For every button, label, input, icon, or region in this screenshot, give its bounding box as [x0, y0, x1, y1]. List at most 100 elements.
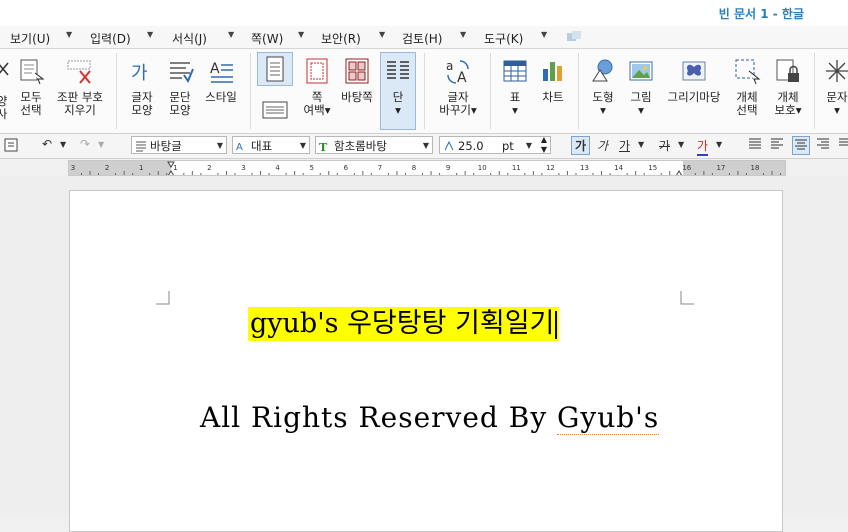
table-button[interactable]: 표 ▾ [500, 57, 530, 117]
page-portrait-button[interactable] [257, 52, 293, 86]
align-left-icon[interactable] [770, 137, 784, 152]
margin-corner-mark [156, 291, 170, 305]
chevron-down-icon[interactable]: ▾ [500, 104, 530, 117]
ruler-tick-label: 6 [344, 164, 349, 172]
chevron-down-icon[interactable]: ▼ [460, 30, 466, 39]
menu-security[interactable]: 보안(R) [321, 30, 361, 47]
document-canvas: gyub's 우당탕탕 기획일기 All Rights Reserved By … [0, 177, 848, 532]
font-select[interactable]: T 함초롬바탕 ▼ [315, 136, 433, 154]
chevron-down-icon[interactable]: ▼ [298, 30, 304, 39]
document-icon[interactable] [4, 138, 18, 155]
svg-text:가: 가 [131, 63, 148, 84]
columns-button[interactable]: 단 ▾ [380, 52, 416, 130]
char-shape-label-2: 모양 [131, 103, 153, 117]
picture-button[interactable]: 그림 ▾ [624, 57, 658, 117]
chevron-down-icon[interactable]: ▼ [638, 140, 644, 149]
underline-button[interactable]: 가 [619, 137, 630, 154]
ruler-tick-label: 1 [139, 164, 143, 172]
menu-review[interactable]: 검토(H) [402, 30, 442, 47]
font-size-input[interactable]: 25.0 pt ▼ ▲ ▼ [439, 135, 551, 155]
svg-text:a: a [446, 59, 453, 73]
object-protect-button[interactable]: 개체 보호▾ [768, 57, 808, 117]
chevron-down-icon[interactable]: ▾ [820, 104, 848, 117]
object-select-icon [735, 59, 761, 85]
spin-buttons[interactable]: ▲ ▼ [541, 135, 547, 155]
redo-icon[interactable]: ↷ [80, 137, 90, 151]
drawing-wizard-button[interactable]: 그리기마당 [662, 57, 726, 104]
clear-format-marks-button[interactable]: 조판 부호 지우기 [52, 57, 108, 117]
chevron-down-icon[interactable]: ▼ [678, 140, 684, 149]
page-landscape-button[interactable] [259, 99, 291, 124]
align-center-icon[interactable] [792, 136, 810, 155]
select-all-icon [20, 59, 45, 85]
shape-button[interactable]: 도형 ▾ [586, 57, 620, 117]
document-title[interactable]: gyub's 우당탕탕 기획일기 [248, 307, 560, 341]
spellcheck-word[interactable]: Gyub's [557, 401, 660, 435]
style-select[interactable]: 바탕글 ▼ [131, 136, 227, 154]
chevron-down-icon[interactable]: ▼ [526, 137, 532, 155]
char-shape-button[interactable]: 가 글자 모양 [124, 57, 160, 117]
menu-view[interactable]: 보기(U) [10, 30, 50, 47]
picture-icon [629, 61, 653, 81]
chevron-down-icon[interactable]: ▼ [541, 30, 547, 39]
align-distribute-icon[interactable] [838, 137, 848, 152]
chart-label: 차트 [542, 90, 564, 104]
chevron-down-icon[interactable]: ▼ [98, 140, 104, 149]
chevron-down-icon[interactable]: ▾ [586, 104, 620, 117]
text-cursor [555, 310, 558, 339]
style-icon: A [210, 61, 233, 83]
chevron-down-icon[interactable]: ▼ [60, 140, 66, 149]
cut-partial-button[interactable] [0, 59, 10, 91]
page-margin-label-2: 여백▾ [303, 103, 331, 117]
butterfly-icon [682, 61, 706, 81]
columns-icon [387, 61, 409, 79]
select-all-button[interactable]: 모두 선택 [14, 57, 48, 117]
chevron-down-icon[interactable]: ▼ [228, 30, 234, 39]
background-page-button[interactable]: 바탕쪽 [337, 57, 377, 104]
menu-page[interactable]: 쪽(W) [251, 30, 283, 47]
menu-insert[interactable]: 입력(D) [90, 30, 131, 47]
textbox-button[interactable]: 문자 ▾ [820, 57, 848, 117]
paragraph-shape-button[interactable]: 문단 모양 [162, 57, 198, 117]
ribbon-divider [578, 53, 579, 129]
ribbon-divider [116, 53, 117, 129]
chevron-down-icon[interactable]: ▼ [300, 137, 306, 155]
clear-marks-icon [67, 60, 91, 84]
italic-button[interactable]: 가 [597, 137, 608, 154]
document-subtitle[interactable]: All Rights Reserved By Gyub's [200, 401, 660, 435]
menu-format[interactable]: 서식(J) [172, 30, 207, 47]
right-indent-marker[interactable] [676, 170, 682, 176]
justify-icon[interactable] [748, 137, 762, 152]
chevron-down-icon[interactable]: ▼ [66, 30, 72, 39]
object-select-button[interactable]: 개체 선택 [729, 57, 765, 117]
change-characters-button[interactable]: aA 글자 바꾸기▾ [434, 57, 482, 117]
chevron-down-icon[interactable]: ▼ [423, 137, 429, 155]
style-button[interactable]: A 스타일 [200, 57, 242, 104]
chevron-down-icon[interactable]: ▼ [379, 30, 385, 39]
language-select[interactable]: A 대표 ▼ [232, 136, 310, 154]
format-toolbar: ↶ ▼ ↷ ▼ 바탕글 ▼ A 대표 ▼ T 함초롬바탕 ▼ 25.0 pt ▼ ▲ ▼… [0, 134, 848, 159]
page-margin-button[interactable]: 쪽 여백▾ [298, 57, 336, 117]
landscape-page-icon [262, 101, 288, 119]
align-right-icon[interactable] [816, 137, 830, 152]
chevron-down-icon[interactable]: ▼ [217, 137, 223, 155]
font-color-button[interactable]: 가 [697, 137, 709, 156]
ruler-tick-label: 12 [546, 164, 555, 172]
bold-button[interactable]: 가 [571, 136, 591, 155]
ribbon-toggle-icon[interactable] [566, 30, 582, 47]
horizontal-ruler[interactable]: 3 2 1 1 2 3 4 5 6 7 8 9 10 11 12 13 14 15 16 17 18 [68, 160, 786, 176]
chevron-down-icon[interactable]: ▾ [381, 104, 415, 117]
chevron-down-icon[interactable]: ▾ [624, 104, 658, 117]
chevron-down-icon[interactable]: ▼ [716, 140, 722, 149]
strikethrough-button[interactable]: 가 [659, 137, 670, 154]
window-title: 빈 문서 1 - 한글 [718, 7, 804, 21]
chevron-down-icon[interactable]: ▼ [147, 30, 153, 39]
char-shape-icon: 가 [131, 63, 148, 84]
document-page[interactable]: gyub's 우당탕탕 기획일기 All Rights Reserved By … [69, 190, 783, 532]
menu-tools[interactable]: 도구(K) [484, 30, 523, 47]
undo-icon[interactable]: ↶ [42, 137, 52, 151]
object-protect-label-2: 보호▾ [774, 103, 802, 117]
chart-button[interactable]: 차트 [536, 57, 570, 104]
clear-marks-label-2: 지우기 [64, 103, 96, 117]
page-margin-icon [306, 58, 328, 84]
